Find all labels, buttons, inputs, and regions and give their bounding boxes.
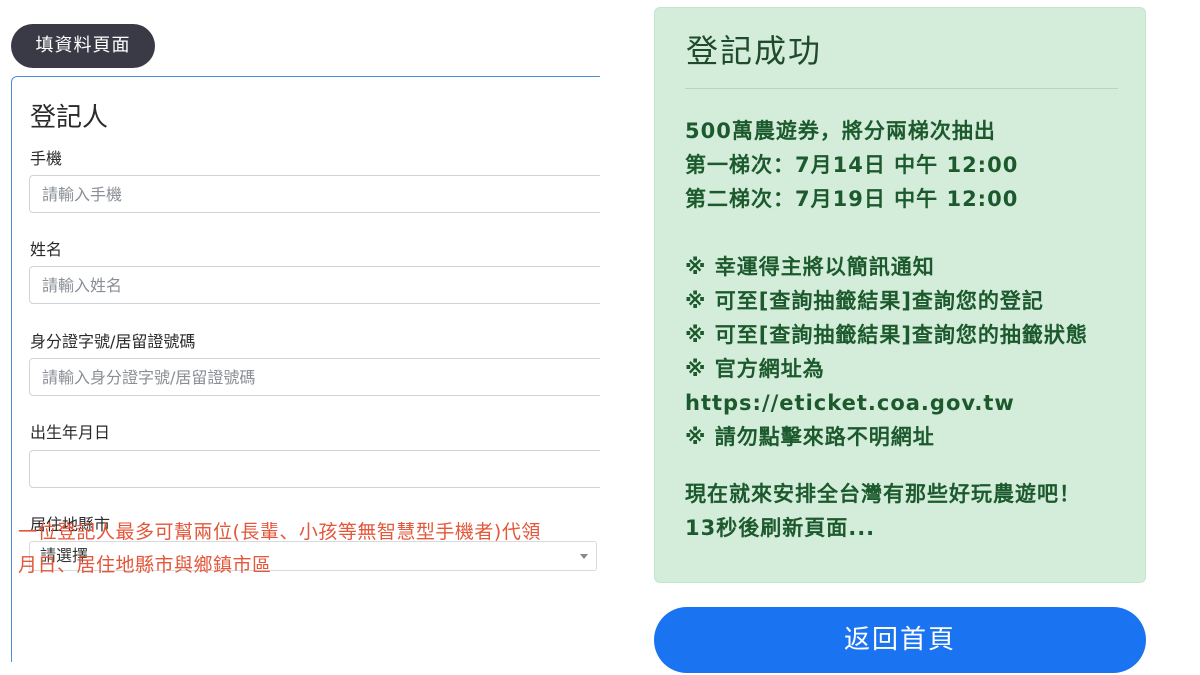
divider <box>685 88 1118 89</box>
closing-line: 現在就來安排全台灣有那些好玩農遊吧！ <box>685 482 1081 506</box>
phone-label: 手機 <box>30 149 63 168</box>
notice-line: ※ 請勿點擊來路不明網址 <box>685 425 935 449</box>
notice-line: ※ 官方網址為 <box>685 357 825 381</box>
notice-line: ※ 可至[查詢抽籤結果]查詢您的抽籤狀態 <box>685 323 1088 347</box>
notice-line: ※ 可至[查詢抽籤結果]查詢您的登記 <box>685 289 1044 313</box>
closing-text: 現在就來安排全台灣有那些好玩農遊吧！ 13秒後刷新頁面... <box>685 477 1125 545</box>
schedule-line: 第二梯次：7月19日 中午 12:00 <box>685 187 1019 211</box>
name-input[interactable] <box>29 266 600 304</box>
refresh-countdown: 13秒後刷新頁面... <box>685 516 876 540</box>
proxy-warning-text: 一位登記人最多可幫兩位(長輩、小孩等無智慧型手機者)代領 月日、居住地縣市與鄉鎮… <box>18 516 600 582</box>
notice-list: ※ 幸運得主將以簡訊通知 ※ 可至[查詢抽籤結果]查詢您的登記 ※ 可至[查詢抽… <box>685 250 1125 454</box>
registrant-card: 登記人 手機 姓名 身分證字號/居留證號碼 出生年月日 居住地縣市 請選擇 <box>11 76 600 675</box>
id-label: 身分證字號/居留證號碼 <box>30 332 196 351</box>
lottery-schedule: 500萬農遊券，將分兩梯次抽出 第一梯次：7月14日 中午 12:00 第二梯次… <box>685 114 1125 216</box>
birthdate-label: 出生年月日 <box>30 423 111 442</box>
schedule-line: 500萬農遊券，將分兩梯次抽出 <box>685 119 996 143</box>
success-title: 登記成功 <box>686 32 823 70</box>
card-title: 登記人 <box>30 103 109 133</box>
name-label: 姓名 <box>30 240 63 259</box>
registration-form-panel: 填資料頁面 登記人 手機 姓名 身分證字號/居留證號碼 出生年月日 居住地縣市 … <box>0 0 600 675</box>
warning-line-2: 月日、居住地縣市與鄉鎮市區 <box>18 554 272 576</box>
warning-line-1: 一位登記人最多可幫兩位(長輩、小孩等無智慧型手機者)代領 <box>18 521 541 543</box>
birthdate-input[interactable] <box>29 450 600 488</box>
notice-line: ※ 幸運得主將以簡訊通知 <box>685 255 935 279</box>
official-url: https://eticket.coa.gov.tw <box>685 391 1015 415</box>
return-home-button[interactable]: 返回首頁 <box>654 607 1146 673</box>
panel-bottom-edge <box>0 662 600 675</box>
success-alert: 登記成功 500萬農遊券，將分兩梯次抽出 第一梯次：7月14日 中午 12:00… <box>654 7 1146 583</box>
form-page-tag: 填資料頁面 <box>11 24 155 68</box>
schedule-line: 第一梯次：7月14日 中午 12:00 <box>685 153 1019 177</box>
id-number-input[interactable] <box>29 358 600 396</box>
phone-input[interactable] <box>29 175 600 213</box>
